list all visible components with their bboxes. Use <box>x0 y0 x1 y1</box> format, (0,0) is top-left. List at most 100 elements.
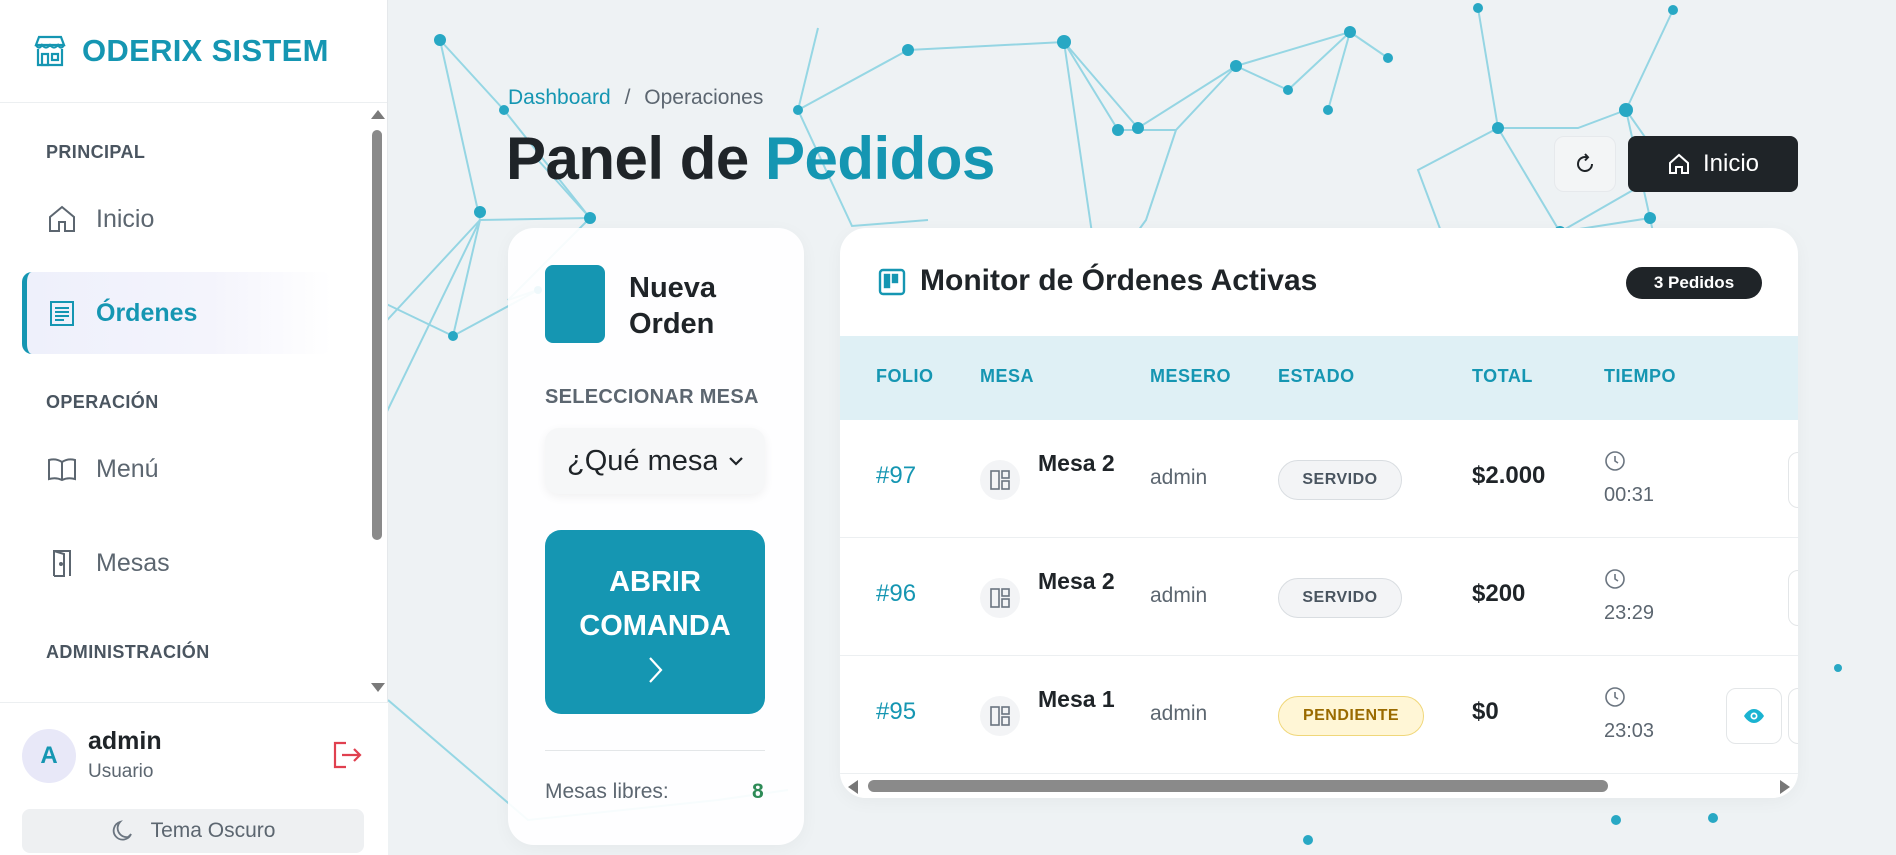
table-header: FOLIO MESA MESERO ESTADO TOTAL TIEMPO <box>840 336 1798 420</box>
free-tables-count: 8 <box>752 780 764 803</box>
new-order-icon <box>545 265 605 343</box>
new-order-title: Nueva Orden <box>629 272 717 340</box>
sidebar-item-inicio[interactable]: Inicio <box>22 178 332 260</box>
chevron-down-icon <box>729 457 743 466</box>
page-title-accent: Pedidos <box>764 125 995 192</box>
refresh-button[interactable] <box>1554 136 1616 192</box>
order-folio[interactable]: #97 <box>876 462 916 490</box>
scroll-right-arrow[interactable] <box>1780 780 1790 794</box>
row-action-button[interactable] <box>1788 452 1798 508</box>
open-order-label: ABRIR COMANDA <box>579 566 731 642</box>
divider <box>545 750 765 751</box>
breadcrumb: Dashboard / Operaciones <box>508 86 763 110</box>
free-tables-label: Mesas libres: <box>545 780 669 803</box>
scroll-up-arrow[interactable] <box>371 110 385 119</box>
column-header-mesero[interactable]: MESERO <box>1150 366 1231 387</box>
clock-icon <box>1605 451 1625 471</box>
table-horizontal-scrollbar[interactable] <box>840 774 1798 798</box>
kanban-icon <box>878 268 906 296</box>
monitor-header: Monitor de Órdenes Activas 3 Pedidos <box>840 228 1798 336</box>
moon-icon <box>112 820 132 841</box>
order-total: $200 <box>1472 580 1526 607</box>
table-layout-icon <box>980 460 1020 500</box>
order-waiter: admin <box>1150 466 1208 489</box>
sidebar-item-label: Órdenes <box>96 298 198 327</box>
brand[interactable]: ODERIX SISTEM <box>0 0 387 103</box>
table-row[interactable]: #95 Mesa 1 admin PENDIENTE $0 23:03 <box>840 656 1798 774</box>
logout-icon[interactable] <box>330 739 364 771</box>
row-action-button[interactable] <box>1788 570 1798 626</box>
sidebar-item-label: Inicio <box>96 204 155 233</box>
scroll-down-arrow[interactable] <box>371 683 385 692</box>
receipt-icon <box>50 301 74 326</box>
order-folio[interactable]: #95 <box>876 698 916 726</box>
section-title-administracion: ADMINISTRACIÓN <box>46 642 210 662</box>
order-time: 00:31 <box>1604 484 1655 506</box>
column-header-total[interactable]: TOTAL <box>1472 366 1533 387</box>
table-layout-icon <box>980 578 1020 618</box>
scroll-thumb[interactable] <box>372 130 382 540</box>
sidebar-item-ordenes[interactable]: Órdenes <box>22 272 332 354</box>
book-icon <box>48 458 76 482</box>
column-header-estado[interactable]: ESTADO <box>1278 366 1355 387</box>
user-role: Usuario <box>88 761 154 782</box>
sidebar-item-label: Menú <box>96 454 159 483</box>
order-time: 23:03 <box>1604 720 1655 742</box>
sidebar-item-menu[interactable]: Menú <box>22 428 332 510</box>
brand-name: ODERIX SISTEM <box>82 33 329 68</box>
page-title-main: Panel de <box>506 125 765 192</box>
chevron-right-icon <box>649 657 663 683</box>
breadcrumb-current: Operaciones <box>644 86 764 109</box>
scroll-left-arrow[interactable] <box>848 780 858 794</box>
orders-monitor: Monitor de Órdenes Activas 3 Pedidos FOL… <box>840 228 1798 798</box>
breadcrumb-separator: / <box>624 86 631 109</box>
home-button[interactable]: Inicio <box>1628 136 1798 192</box>
view-order-button[interactable] <box>1726 688 1782 744</box>
column-header-tiempo[interactable]: TIEMPO <box>1604 366 1676 387</box>
select-table-label: SELECCIONAR MESA <box>545 386 759 408</box>
order-waiter: admin <box>1150 702 1208 725</box>
home-icon <box>49 205 75 232</box>
open-order-button[interactable]: ABRIR COMANDA <box>545 530 765 714</box>
clock-icon <box>1605 569 1625 589</box>
table-row[interactable]: #97 Mesa 2 admin SERVIDO $2.000 00:31 <box>840 420 1798 538</box>
status-badge: SERVIDO <box>1278 460 1402 500</box>
table-select[interactable]: ¿Qué mesa? <box>545 428 765 494</box>
column-header-folio[interactable]: FOLIO <box>876 366 934 387</box>
home-button-label: Inicio <box>1702 150 1760 177</box>
sidebar-item-label: Mesas <box>96 548 170 577</box>
sidebar-scrollbar[interactable] <box>368 104 386 698</box>
section-title-principal: PRINCIPAL <box>46 142 146 162</box>
order-table-name: Mesa 2 <box>1038 568 1115 594</box>
orders-count-badge: 3 Pedidos <box>1626 267 1762 299</box>
page-title: Panel de Pedidos <box>506 124 995 193</box>
table-select-value: ¿Qué mesa? <box>567 444 717 477</box>
order-total: $0 <box>1472 698 1499 725</box>
sidebar-item-mesas[interactable]: Mesas <box>22 522 332 604</box>
home-icon <box>1668 153 1689 174</box>
user-name: admin <box>88 727 162 755</box>
store-icon <box>34 35 66 67</box>
status-badge: PENDIENTE <box>1278 696 1424 736</box>
order-table-name: Mesa 1 <box>1038 686 1115 712</box>
avatar[interactable]: A <box>22 729 76 783</box>
eye-icon <box>1744 709 1764 723</box>
clock-icon <box>1605 687 1625 707</box>
sidebar: ODERIX SISTEM PRINCIPAL Inicio Órdenes O… <box>0 0 388 855</box>
order-total: $2.000 <box>1472 462 1546 489</box>
table-row[interactable]: #96 Mesa 2 admin SERVIDO $200 23:29 <box>840 538 1798 656</box>
scroll-thumb[interactable] <box>868 780 1608 792</box>
door-icon <box>53 550 71 577</box>
order-folio[interactable]: #96 <box>876 580 916 608</box>
order-time: 23:29 <box>1604 602 1655 624</box>
column-header-mesa[interactable]: MESA <box>980 366 1034 387</box>
order-waiter: admin <box>1150 584 1208 607</box>
table-layout-icon <box>980 696 1020 736</box>
monitor-title: Monitor de Órdenes Activas <box>920 264 1318 297</box>
breadcrumb-link-dashboard[interactable]: Dashboard <box>508 86 611 109</box>
new-order-card: Nueva Orden SELECCIONAR MESA ¿Qué mesa? … <box>508 228 804 845</box>
row-action-button[interactable] <box>1788 688 1798 744</box>
theme-toggle-label: Tema Oscuro <box>150 819 276 842</box>
theme-toggle-button[interactable]: Tema Oscuro <box>22 809 364 853</box>
order-table-name: Mesa 2 <box>1038 450 1115 476</box>
